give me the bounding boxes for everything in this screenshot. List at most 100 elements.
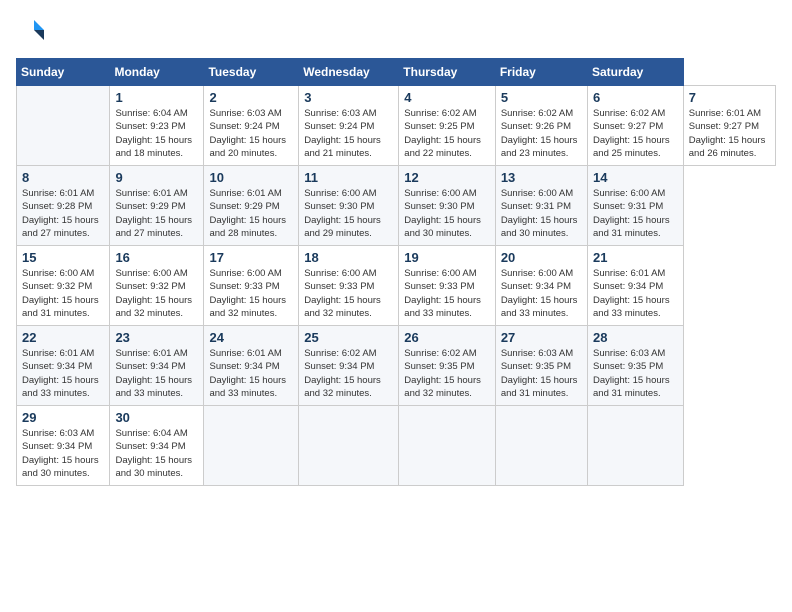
empty-cell [17, 86, 110, 166]
calendar-header-row: SundayMondayTuesdayWednesdayThursdayFrid… [17, 59, 776, 86]
day-number: 20 [501, 250, 582, 265]
empty-cell [495, 406, 587, 486]
calendar-day-7: 7 Sunrise: 6:01 AMSunset: 9:27 PMDayligh… [683, 86, 775, 166]
calendar-week-3: 15 Sunrise: 6:00 AMSunset: 9:32 PMDaylig… [17, 246, 776, 326]
day-number: 4 [404, 90, 490, 105]
calendar-week-1: 1 Sunrise: 6:04 AMSunset: 9:23 PMDayligh… [17, 86, 776, 166]
calendar-day-15: 15 Sunrise: 6:00 AMSunset: 9:32 PMDaylig… [17, 246, 110, 326]
day-info: Sunrise: 6:01 AMSunset: 9:34 PMDaylight:… [209, 348, 286, 399]
calendar-day-3: 3 Sunrise: 6:03 AMSunset: 9:24 PMDayligh… [299, 86, 399, 166]
empty-cell [299, 406, 399, 486]
day-number: 19 [404, 250, 490, 265]
day-number: 29 [22, 410, 104, 425]
calendar-day-28: 28 Sunrise: 6:03 AMSunset: 9:35 PMDaylig… [588, 326, 684, 406]
day-number: 27 [501, 330, 582, 345]
weekday-header-sunday: Sunday [17, 59, 110, 86]
day-info: Sunrise: 6:01 AMSunset: 9:28 PMDaylight:… [22, 188, 99, 239]
day-info: Sunrise: 6:01 AMSunset: 9:34 PMDaylight:… [22, 348, 99, 399]
day-info: Sunrise: 6:01 AMSunset: 9:29 PMDaylight:… [209, 188, 286, 239]
day-info: Sunrise: 6:03 AMSunset: 9:35 PMDaylight:… [593, 348, 670, 399]
day-number: 11 [304, 170, 393, 185]
calendar-day-24: 24 Sunrise: 6:01 AMSunset: 9:34 PMDaylig… [204, 326, 299, 406]
day-info: Sunrise: 6:00 AMSunset: 9:31 PMDaylight:… [501, 188, 578, 239]
day-info: Sunrise: 6:00 AMSunset: 9:31 PMDaylight:… [593, 188, 670, 239]
day-info: Sunrise: 6:02 AMSunset: 9:25 PMDaylight:… [404, 108, 481, 159]
day-info: Sunrise: 6:02 AMSunset: 9:27 PMDaylight:… [593, 108, 670, 159]
calendar-day-8: 8 Sunrise: 6:01 AMSunset: 9:28 PMDayligh… [17, 166, 110, 246]
day-number: 12 [404, 170, 490, 185]
calendar-day-18: 18 Sunrise: 6:00 AMSunset: 9:33 PMDaylig… [299, 246, 399, 326]
day-info: Sunrise: 6:00 AMSunset: 9:34 PMDaylight:… [501, 268, 578, 319]
calendar-day-6: 6 Sunrise: 6:02 AMSunset: 9:27 PMDayligh… [588, 86, 684, 166]
calendar-day-11: 11 Sunrise: 6:00 AMSunset: 9:30 PMDaylig… [299, 166, 399, 246]
empty-cell [204, 406, 299, 486]
calendar-day-22: 22 Sunrise: 6:01 AMSunset: 9:34 PMDaylig… [17, 326, 110, 406]
logo-icon [16, 16, 46, 46]
empty-cell [399, 406, 496, 486]
day-number: 5 [501, 90, 582, 105]
calendar-week-2: 8 Sunrise: 6:01 AMSunset: 9:28 PMDayligh… [17, 166, 776, 246]
calendar-day-5: 5 Sunrise: 6:02 AMSunset: 9:26 PMDayligh… [495, 86, 587, 166]
day-number: 28 [593, 330, 678, 345]
day-number: 18 [304, 250, 393, 265]
calendar-day-21: 21 Sunrise: 6:01 AMSunset: 9:34 PMDaylig… [588, 246, 684, 326]
day-info: Sunrise: 6:01 AMSunset: 9:34 PMDaylight:… [593, 268, 670, 319]
day-number: 6 [593, 90, 678, 105]
day-number: 1 [115, 90, 198, 105]
day-number: 15 [22, 250, 104, 265]
day-info: Sunrise: 6:00 AMSunset: 9:30 PMDaylight:… [404, 188, 481, 239]
calendar-table: SundayMondayTuesdayWednesdayThursdayFrid… [16, 58, 776, 486]
calendar-day-17: 17 Sunrise: 6:00 AMSunset: 9:33 PMDaylig… [204, 246, 299, 326]
weekday-header-thursday: Thursday [399, 59, 496, 86]
weekday-header-friday: Friday [495, 59, 587, 86]
page-header [16, 16, 776, 46]
day-info: Sunrise: 6:00 AMSunset: 9:30 PMDaylight:… [304, 188, 381, 239]
day-info: Sunrise: 6:02 AMSunset: 9:35 PMDaylight:… [404, 348, 481, 399]
day-number: 8 [22, 170, 104, 185]
calendar-day-10: 10 Sunrise: 6:01 AMSunset: 9:29 PMDaylig… [204, 166, 299, 246]
day-number: 3 [304, 90, 393, 105]
weekday-header-saturday: Saturday [588, 59, 684, 86]
day-info: Sunrise: 6:02 AMSunset: 9:26 PMDaylight:… [501, 108, 578, 159]
day-info: Sunrise: 6:00 AMSunset: 9:33 PMDaylight:… [304, 268, 381, 319]
day-info: Sunrise: 6:01 AMSunset: 9:34 PMDaylight:… [115, 348, 192, 399]
calendar-week-5: 29 Sunrise: 6:03 AMSunset: 9:34 PMDaylig… [17, 406, 776, 486]
day-info: Sunrise: 6:04 AMSunset: 9:34 PMDaylight:… [115, 428, 192, 479]
calendar-day-12: 12 Sunrise: 6:00 AMSunset: 9:30 PMDaylig… [399, 166, 496, 246]
day-info: Sunrise: 6:00 AMSunset: 9:32 PMDaylight:… [22, 268, 99, 319]
weekday-header-tuesday: Tuesday [204, 59, 299, 86]
weekday-header-monday: Monday [110, 59, 204, 86]
logo [16, 16, 50, 46]
day-number: 16 [115, 250, 198, 265]
day-number: 10 [209, 170, 293, 185]
calendar-day-20: 20 Sunrise: 6:00 AMSunset: 9:34 PMDaylig… [495, 246, 587, 326]
day-number: 9 [115, 170, 198, 185]
day-number: 7 [689, 90, 770, 105]
calendar-day-30: 30 Sunrise: 6:04 AMSunset: 9:34 PMDaylig… [110, 406, 204, 486]
calendar-day-23: 23 Sunrise: 6:01 AMSunset: 9:34 PMDaylig… [110, 326, 204, 406]
day-info: Sunrise: 6:00 AMSunset: 9:33 PMDaylight:… [209, 268, 286, 319]
day-info: Sunrise: 6:00 AMSunset: 9:32 PMDaylight:… [115, 268, 192, 319]
calendar-day-2: 2 Sunrise: 6:03 AMSunset: 9:24 PMDayligh… [204, 86, 299, 166]
day-number: 13 [501, 170, 582, 185]
calendar-day-19: 19 Sunrise: 6:00 AMSunset: 9:33 PMDaylig… [399, 246, 496, 326]
day-info: Sunrise: 6:00 AMSunset: 9:33 PMDaylight:… [404, 268, 481, 319]
day-info: Sunrise: 6:03 AMSunset: 9:24 PMDaylight:… [304, 108, 381, 159]
day-info: Sunrise: 6:03 AMSunset: 9:24 PMDaylight:… [209, 108, 286, 159]
empty-cell [588, 406, 684, 486]
calendar-day-29: 29 Sunrise: 6:03 AMSunset: 9:34 PMDaylig… [17, 406, 110, 486]
calendar-day-14: 14 Sunrise: 6:00 AMSunset: 9:31 PMDaylig… [588, 166, 684, 246]
day-number: 2 [209, 90, 293, 105]
day-number: 25 [304, 330, 393, 345]
day-number: 23 [115, 330, 198, 345]
calendar-day-26: 26 Sunrise: 6:02 AMSunset: 9:35 PMDaylig… [399, 326, 496, 406]
day-info: Sunrise: 6:01 AMSunset: 9:27 PMDaylight:… [689, 108, 766, 159]
calendar-day-1: 1 Sunrise: 6:04 AMSunset: 9:23 PMDayligh… [110, 86, 204, 166]
day-info: Sunrise: 6:04 AMSunset: 9:23 PMDaylight:… [115, 108, 192, 159]
weekday-header-wednesday: Wednesday [299, 59, 399, 86]
calendar-day-4: 4 Sunrise: 6:02 AMSunset: 9:25 PMDayligh… [399, 86, 496, 166]
day-info: Sunrise: 6:01 AMSunset: 9:29 PMDaylight:… [115, 188, 192, 239]
day-number: 14 [593, 170, 678, 185]
calendar-day-27: 27 Sunrise: 6:03 AMSunset: 9:35 PMDaylig… [495, 326, 587, 406]
day-number: 26 [404, 330, 490, 345]
